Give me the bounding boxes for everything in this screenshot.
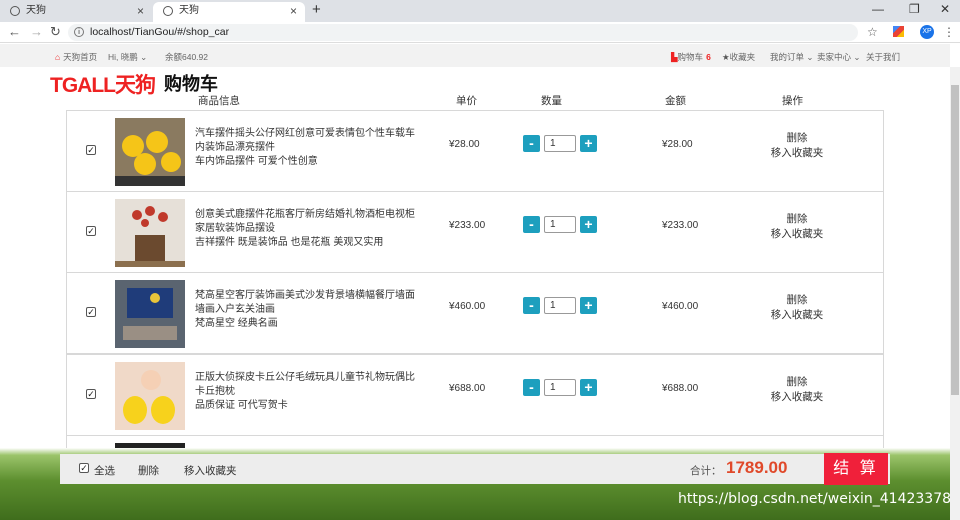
info-icon[interactable]: i — [74, 27, 84, 37]
minimize-icon[interactable]: — — [872, 2, 884, 16]
item-checkbox[interactable]: ✓ — [86, 226, 96, 236]
col-header-actions: 操作 — [782, 95, 803, 107]
url-input[interactable]: i localhost/TianGou/#/shop_car — [68, 24, 858, 41]
move-to-favorites-link[interactable]: 移入收藏夹 — [771, 309, 824, 321]
move-to-favorites-link[interactable]: 移入收藏夹 — [771, 391, 824, 403]
address-bar-row: ← → ↻ i localhost/TianGou/#/shop_car ☆ XP… — [0, 22, 960, 43]
cart-row: ✓ 正版大侦探皮卡丘公仔毛绒玩具儿童节礼物玩偶比卡丘抱枕 品质保证 可代写贺卡 ¥… — [66, 354, 884, 436]
delete-link[interactable]: 删除 — [787, 294, 808, 306]
back-icon[interactable]: ← — [8, 24, 21, 39]
favorites-link[interactable]: ★收藏夹 — [722, 51, 755, 63]
product-name[interactable]: 汽车摆件摇头公仔网红创意可爱表情包个性车载车内装饰品漂亮摆件 车内饰品摆件 可爱个… — [195, 127, 420, 169]
greeting-dropdown[interactable]: Hi, 晓鹏 ⌄ — [108, 51, 147, 63]
delete-link[interactable]: 删除 — [787, 213, 808, 225]
product-name[interactable]: 正版大侦探皮卡丘公仔毛绒玩具儿童节礼物玩偶比卡丘抱枕 品质保证 可代写贺卡 — [195, 371, 420, 413]
delete-link[interactable]: 删除 — [787, 132, 808, 144]
unit-price: ¥28.00 — [449, 139, 480, 150]
col-header-amount: 金额 — [665, 95, 686, 107]
decrease-button[interactable]: - — [523, 297, 540, 314]
checkout-bar: ✓ 全选 删除 移入收藏夹 合计： 1789.00 结 算 — [60, 453, 890, 485]
col-header-qty: 数量 — [541, 95, 562, 107]
move-selected-to-favorites-link[interactable]: 移入收藏夹 — [184, 463, 237, 478]
star-icon[interactable]: ☆ — [867, 25, 878, 39]
cart-row: ✓ 梵高星空客厅装饰画美式沙发背景墙横幅餐厅墙面墙画入户玄关油画 梵高星空 经典名… — [66, 272, 884, 354]
cart-link[interactable]: ▙购物车 6 — [671, 51, 711, 63]
product-image — [115, 118, 185, 186]
total-label: 合计： — [690, 465, 722, 477]
unit-price: ¥460.00 — [449, 301, 486, 312]
new-tab-button[interactable]: + — [312, 1, 321, 18]
cart-row: ✓ 汽车摆件摇头公仔网红创意可爱表情包个性车载车内装饰品漂亮摆件 车内饰品摆件 可… — [66, 110, 884, 192]
seller-dropdown[interactable]: 卖家中心 ⌄ — [817, 51, 861, 63]
item-checkbox[interactable]: ✓ — [86, 145, 96, 155]
unit-price: ¥688.00 — [449, 383, 486, 394]
browser-tabbar: 天狗 × 天狗 × + — ❐ ✕ — [0, 0, 960, 22]
home-link[interactable]: ⌂ 天狗首页 — [55, 51, 97, 63]
site-topbar: ⌂ 天狗首页 Hi, 晓鹏 ⌄ 余额640.92 ▙购物车 6 ★收藏夹 我的订单 … — [0, 44, 950, 67]
browser-tab-active[interactable]: 天狗 × — [153, 2, 305, 22]
forward-icon[interactable]: → — [30, 24, 43, 39]
select-all-checkbox[interactable]: ✓ — [79, 463, 89, 473]
line-amount: ¥233.00 — [662, 220, 699, 231]
select-all-label[interactable]: 全选 — [94, 463, 115, 478]
row-actions: 删除 移入收藏夹 — [769, 212, 825, 242]
row-actions: 删除 移入收藏夹 — [769, 293, 825, 323]
quantity-input[interactable]: 1 — [544, 135, 576, 152]
site-logo[interactable]: TGALL天狗 — [50, 69, 156, 99]
product-name[interactable]: 梵高星空客厅装饰画美式沙发背景墙横幅餐厅墙面墙画入户玄关油画 梵高星空 经典名画 — [195, 289, 420, 331]
delete-selected-link[interactable]: 删除 — [138, 463, 159, 478]
item-checkbox[interactable]: ✓ — [86, 307, 96, 317]
profile-avatar[interactable]: XP — [920, 25, 934, 39]
extension-icon[interactable] — [893, 26, 904, 37]
delete-link[interactable]: 删除 — [787, 376, 808, 388]
move-to-favorites-link[interactable]: 移入收藏夹 — [771, 228, 824, 240]
star-icon: ★ — [722, 52, 730, 62]
increase-button[interactable]: + — [580, 297, 597, 314]
globe-icon — [163, 6, 173, 16]
home-icon: ⌂ — [55, 52, 61, 62]
item-checkbox[interactable]: ✓ — [86, 389, 96, 399]
balance-text: 余额640.92 — [165, 52, 208, 62]
line-amount: ¥688.00 — [662, 383, 699, 394]
product-image — [115, 362, 185, 430]
cart-count-badge: 6 — [706, 52, 711, 62]
reload-icon[interactable]: ↻ — [50, 24, 61, 40]
increase-button[interactable]: + — [580, 135, 597, 152]
col-header-info: 商品信息 — [198, 95, 240, 107]
increase-button[interactable]: + — [580, 216, 597, 233]
product-image — [115, 199, 185, 267]
watermark: https://blog.csdn.net/weixin_41423378 — [678, 491, 952, 507]
quantity-input[interactable]: 1 — [544, 297, 576, 314]
line-amount: ¥460.00 — [662, 301, 699, 312]
product-image — [115, 280, 185, 348]
about-link[interactable]: 关于我们 — [866, 51, 900, 63]
col-header-price: 单价 — [456, 95, 477, 107]
restore-icon[interactable]: ❐ — [909, 2, 920, 16]
row-actions: 删除 移入收藏夹 — [769, 131, 825, 161]
close-tab-icon[interactable]: × — [290, 2, 297, 20]
line-amount: ¥28.00 — [662, 139, 693, 150]
total-amount: 1789.00 — [726, 458, 788, 477]
row-actions: 删除 移入收藏夹 — [769, 375, 825, 405]
quantity-input[interactable]: 1 — [544, 216, 576, 233]
orders-dropdown[interactable]: 我的订单 ⌄ — [770, 51, 814, 63]
close-tab-icon[interactable]: × — [137, 2, 144, 20]
increase-button[interactable]: + — [580, 379, 597, 396]
checkout-button[interactable]: 结 算 — [824, 453, 888, 485]
browser-tab[interactable]: 天狗 × — [0, 2, 152, 22]
decrease-button[interactable]: - — [523, 135, 540, 152]
quantity-input[interactable]: 1 — [544, 379, 576, 396]
cart-row: ✓ 创意美式鹿摆件花瓶客厅新房结婚礼物酒柜电视柜家居软装饰品摆设 吉祥摆件 既是装… — [66, 191, 884, 273]
scrollbar-thumb[interactable] — [951, 85, 959, 395]
close-window-icon[interactable]: ✕ — [940, 2, 950, 16]
decrease-button[interactable]: - — [523, 216, 540, 233]
product-name[interactable]: 创意美式鹿摆件花瓶客厅新房结婚礼物酒柜电视柜家居软装饰品摆设 吉祥摆件 既是装饰品… — [195, 208, 420, 250]
menu-icon[interactable]: ⋮ — [943, 25, 955, 39]
decrease-button[interactable]: - — [523, 379, 540, 396]
globe-icon — [10, 6, 20, 16]
move-to-favorites-link[interactable]: 移入收藏夹 — [771, 147, 824, 159]
unit-price: ¥233.00 — [449, 220, 486, 231]
